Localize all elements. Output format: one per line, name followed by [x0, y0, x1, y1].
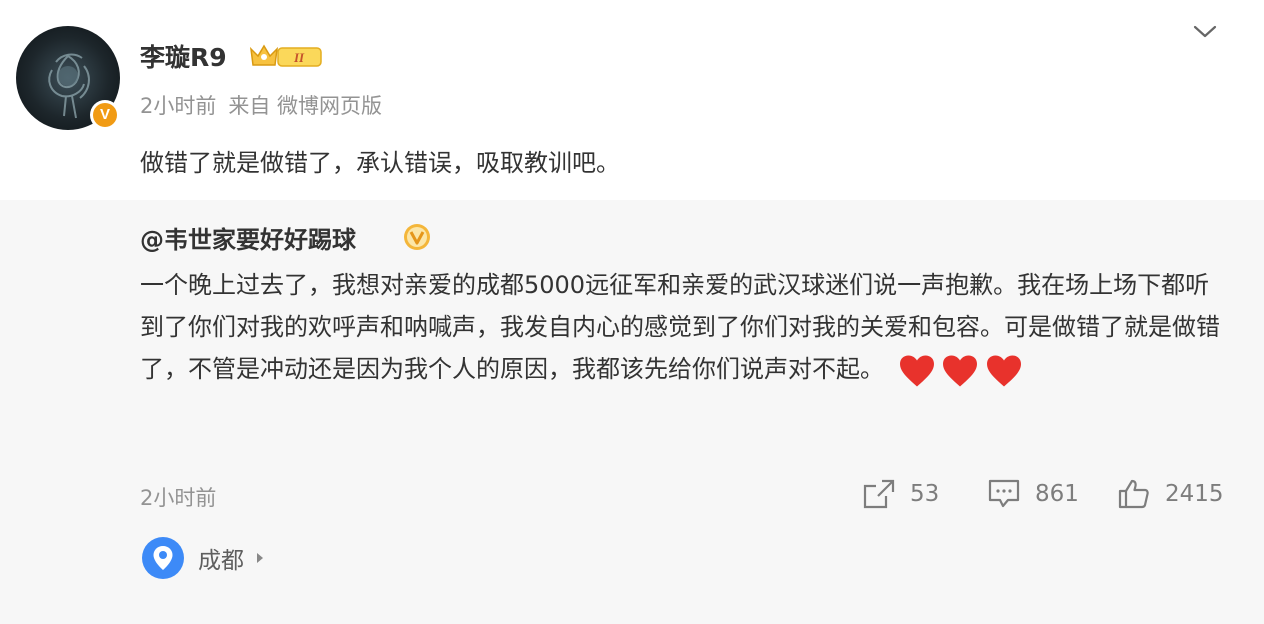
badge-level-text: II	[293, 50, 305, 65]
weibo-post: V 李璇R9 II 2小时前 来自 微博网页版 做错了就是做错了，承认错误，吸取教…	[0, 0, 1264, 200]
post-time[interactable]: 2小时前	[140, 94, 216, 118]
username[interactable]: 李璇R9	[140, 38, 227, 74]
v-badge-icon: V	[93, 103, 117, 127]
location-tag[interactable]: 成都	[142, 537, 264, 579]
post-meta: 2小时前 来自 微博网页版	[140, 90, 394, 120]
share-icon	[863, 479, 895, 509]
crown-badge-icon[interactable]: II	[247, 41, 325, 75]
caret-right-icon	[257, 553, 263, 563]
post-source: 来自 微博网页版	[228, 94, 383, 118]
reposted-content: @韦世家要好好踢球 一个晚上过去了，我想对亲爱的成都5000远征军和亲爱的武汉球…	[0, 200, 1264, 624]
repost-author[interactable]: @韦世家要好好踢球	[140, 220, 356, 255]
repost-text: 一个晚上过去了，我想对亲爱的成都5000远征军和亲爱的武汉球迷们说一声抱歉。我在…	[140, 264, 1230, 391]
comment-button[interactable]: 861	[987, 478, 1079, 510]
like-button[interactable]: 2415	[1117, 478, 1224, 510]
repost-body: 一个晚上过去了，我想对亲爱的成都5000远征军和亲爱的武汉球迷们说一声抱歉。我在…	[140, 271, 1220, 383]
location-pin-icon	[142, 537, 184, 579]
thumbs-up-icon	[1118, 479, 1149, 509]
heart-emoji-icon: ❤❤❤	[898, 349, 1021, 391]
verified-badge: V	[90, 100, 120, 130]
location-name: 成都	[198, 548, 244, 574]
share-count: 53	[910, 481, 940, 507]
chevron-down-icon[interactable]	[1190, 22, 1220, 46]
like-count: 2415	[1165, 481, 1224, 507]
comment-count: 861	[1035, 481, 1079, 507]
repost-time[interactable]: 2小时前	[140, 482, 216, 512]
v-badge-icon	[403, 223, 431, 255]
share-button[interactable]: 53	[862, 478, 939, 510]
post-text: 做错了就是做错了，承认错误，吸取教训吧。	[140, 149, 620, 177]
comment-icon	[988, 479, 1020, 508]
